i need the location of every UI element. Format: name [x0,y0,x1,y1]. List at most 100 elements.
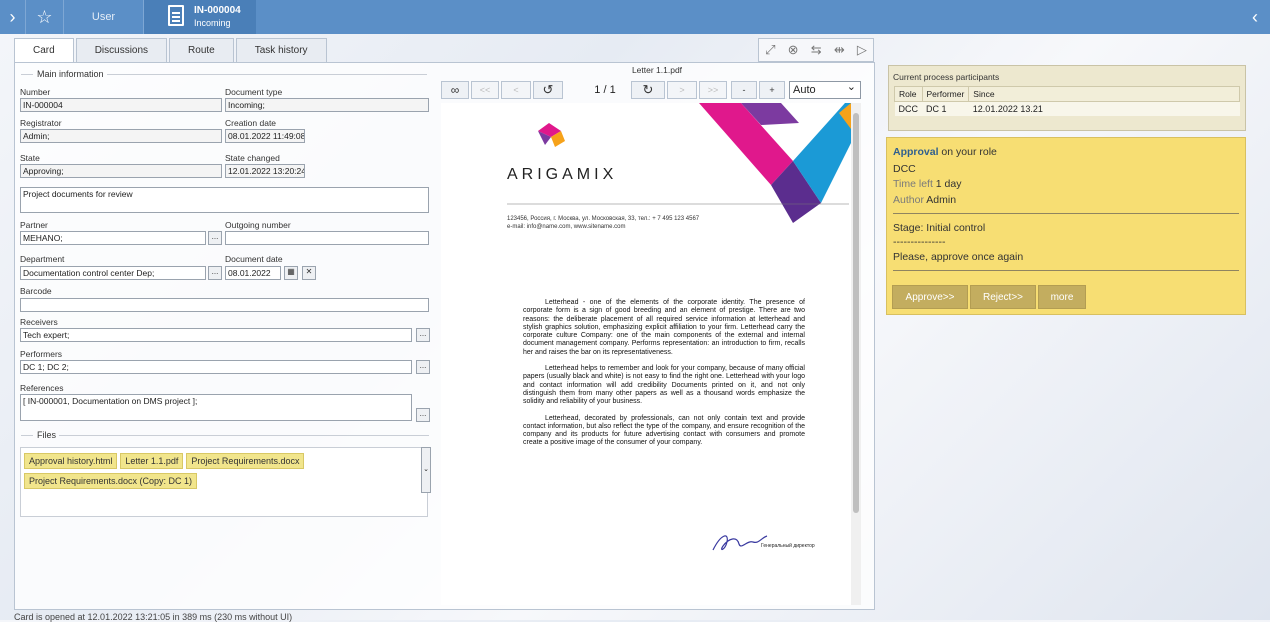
since-cell: 12.01.2022 13.21 [968,101,1240,116]
department-select-button[interactable]: ... [208,266,222,280]
author-label: Author [893,194,924,206]
role-cell: DCC [894,101,922,116]
barcode-label: Barcode [20,286,52,296]
letter-body: Letterhead - one of the elements of the … [523,299,805,456]
document-tab-type: Incoming [194,18,231,28]
document-tab[interactable]: IN-000004 Incoming [144,0,256,34]
first-page-button[interactable]: << [471,81,499,99]
play-icon[interactable]: ▷ [857,42,867,58]
table-row[interactable]: DCC DC 1 12.01.2022 13.21 [894,101,1240,116]
divider [21,435,33,436]
approval-role: DCC [893,163,916,175]
fit-icon[interactable]: ∞ [441,81,469,99]
receivers-select-button[interactable]: ... [416,328,430,342]
registrator-label: Registrator [20,118,62,128]
file-chip[interactable]: Letter 1.1.pdf [120,453,184,469]
partner-select-button[interactable]: ... [208,231,222,245]
performers-field[interactable]: DC 1; DC 2; [20,360,412,374]
divider [21,74,33,75]
creation-date-field[interactable]: 08.01.2022 11:49:08 [225,129,305,143]
column-header-since: Since [968,86,1240,102]
barcode-field[interactable] [20,298,429,312]
column-header-performer: Performer [921,86,970,102]
zoom-out-button[interactable]: - [731,81,757,99]
time-left-value: 1 day [935,178,962,190]
rotate-right-icon[interactable]: ↻ [631,81,665,99]
document-icon [168,5,184,26]
rotate-left-icon[interactable]: ↺ [533,81,563,99]
tab-card[interactable]: Card [14,38,74,62]
performers-select-button[interactable]: ... [416,360,430,374]
zoom-select[interactable]: Auto [789,79,861,99]
department-label: Department [20,254,65,264]
state-changed-field[interactable]: 12.01.2022 13:20:24 [225,164,305,178]
zoom-in-button[interactable]: + [759,81,785,99]
receivers-label: Receivers [20,317,58,327]
files-scroll-button[interactable]: ⌄ [421,447,431,493]
doctype-field[interactable]: Incoming; [225,98,429,112]
main-info-title: Main information [37,69,104,79]
file-chip[interactable]: Project Requirements.docx (Copy: DC 1) [24,473,198,489]
subject-field[interactable]: Project documents for review [20,187,429,213]
tab-task-history[interactable]: Task history [235,38,327,62]
participants-table: Role Performer Since DCC DC 1 12.01.2022… [894,86,1240,116]
participants-title: Current process participants [893,72,1000,82]
document-date-field[interactable]: 08.01.2022 [225,266,281,280]
files-title: Files [37,430,57,440]
outgoing-number-field[interactable] [225,231,429,245]
card-body: Main information Number IN-000004 Docume… [14,62,875,610]
scrollbar-thumb[interactable] [853,113,859,513]
last-page-button[interactable]: >> [699,81,727,99]
doctype-label: Document type [225,87,283,97]
collapse-panel-icon[interactable]: ‹ [1240,0,1270,34]
receivers-field[interactable]: Tech expert; [20,328,412,342]
calendar-icon[interactable]: ▦ [284,266,298,280]
author-value: Admin [926,194,957,206]
partner-field[interactable]: MEHANO; [20,231,206,245]
file-chip[interactable]: Project Requirements.docx [186,453,305,469]
document-date-label: Document date [225,254,283,264]
state-field[interactable]: Approving; [20,164,222,178]
reject-button[interactable]: Reject>> [970,285,1036,309]
document-scrollbar[interactable] [851,103,861,605]
file-chip[interactable]: Approval history.html [24,453,118,469]
fullscreen-icon[interactable]: ⤢ [765,42,775,58]
arigamix-logo-icon [538,123,565,147]
expand-panel-icon[interactable]: › [0,0,26,34]
user-tab[interactable]: User [64,0,144,34]
references-select-button[interactable]: ... [416,408,430,422]
favorites-star-icon[interactable]: ☆ [26,0,64,34]
partner-label: Partner [20,220,48,230]
document-page: ARIGAMIX 123456, Россия, г. Москва, ул. … [441,103,851,605]
next-page-button[interactable]: > [667,81,697,99]
column-header-role: Role [894,86,923,102]
letterhead-graphic [507,103,851,223]
more-button[interactable]: more [1038,285,1086,309]
signature-caption: Генеральный директор [761,543,815,549]
prev-page-button[interactable]: < [501,81,531,99]
approval-title-bold: Approval [893,146,939,158]
close-icon[interactable]: ⊗ [788,42,799,58]
document-tab-number: IN-000004 [194,5,241,16]
approve-button[interactable]: Approve>> [892,285,968,309]
page-indicator: 1 / 1 [594,84,616,96]
letter-paragraph: Letterhead helps to remember and look fo… [523,365,805,406]
tab-discussions[interactable]: Discussions [75,38,168,62]
address-line: 123456, Россия, г. Москва, ул. Московска… [507,216,700,222]
registrator-field[interactable]: Admin; [20,129,222,143]
time-left-label: Time left [893,178,933,190]
tab-route[interactable]: Route [169,38,234,62]
files-list: Approval history.html Letter 1.1.pdf Proje… [20,447,428,517]
status-bar: Card is opened at 12.01.2022 13:21:05 in… [14,612,293,622]
clear-date-icon[interactable]: ✕ [302,266,316,280]
references-field[interactable]: [ IN-000001, Documentation on DMS projec… [20,394,412,421]
creation-date-label: Creation date [225,118,277,128]
separator-dashes: --------------- [893,236,946,248]
card-tabs: Card Discussions Route Task history [14,38,329,62]
number-field[interactable]: IN-000004 [20,98,222,112]
time-left: Time left 1 day [893,178,961,190]
split-icon[interactable]: ⇹ [834,42,845,58]
department-field[interactable]: Documentation control center Dep; [20,266,206,280]
swap-icon[interactable]: ⇆ [811,42,822,58]
approval-title: Approval on your role [893,146,997,158]
